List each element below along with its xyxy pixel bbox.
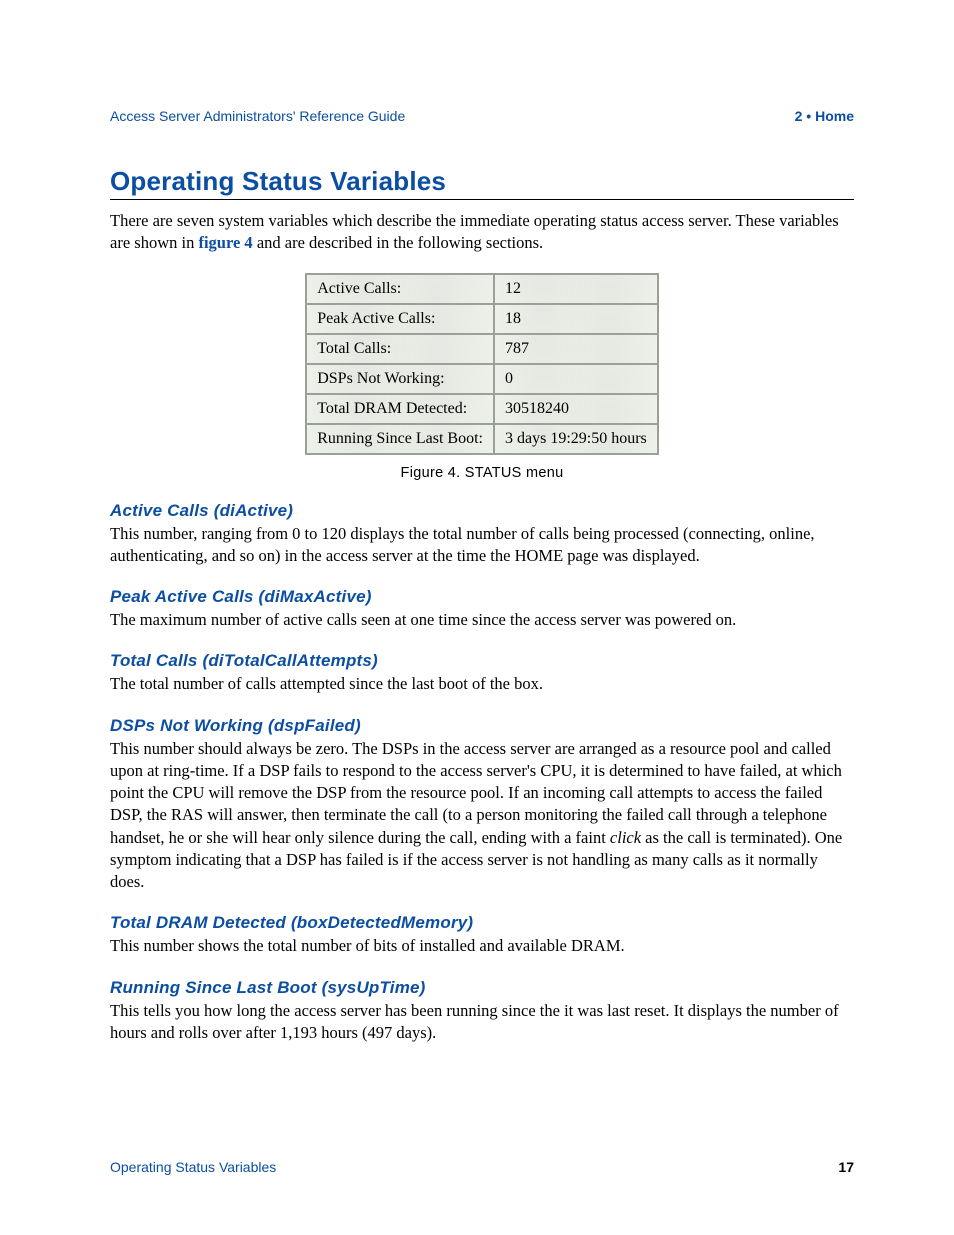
- cell-value: 787: [494, 334, 658, 364]
- table-row: Peak Active Calls: 18: [306, 304, 658, 334]
- cell-label: Total DRAM Detected:: [306, 394, 494, 424]
- title-rule: [110, 199, 854, 200]
- cell-label: DSPs Not Working:: [306, 364, 494, 394]
- table-row: Total DRAM Detected: 30518240: [306, 394, 658, 424]
- figure-caption: Figure 4. STATUS menu: [110, 465, 854, 481]
- cell-value: 0: [494, 364, 658, 394]
- section-title: Operating Status Variables: [110, 166, 854, 197]
- footer-page-number: 17: [838, 1159, 854, 1175]
- cell-label: Peak Active Calls:: [306, 304, 494, 334]
- table-row: Running Since Last Boot: 3 days 19:29:50…: [306, 424, 658, 454]
- table-row: Active Calls: 12: [306, 274, 658, 304]
- body-running-since: This tells you how long the access serve…: [110, 1000, 854, 1045]
- header-left: Access Server Administrators' Reference …: [110, 108, 405, 124]
- body-total-dram: This number shows the total number of bi…: [110, 935, 854, 957]
- page-footer: Operating Status Variables 17: [110, 1159, 854, 1175]
- subhead-dsps-not-working: DSPs Not Working (dspFailed): [110, 716, 854, 736]
- figure-reference-link[interactable]: figure 4: [198, 233, 252, 252]
- subhead-total-dram: Total DRAM Detected (boxDetectedMemory): [110, 913, 854, 933]
- subhead-peak-active-calls: Peak Active Calls (diMaxActive): [110, 587, 854, 607]
- figure-4: Active Calls: 12 Peak Active Calls: 18 T…: [110, 273, 854, 481]
- subhead-active-calls: Active Calls (diActive): [110, 501, 854, 521]
- subhead-running-since: Running Since Last Boot (sysUpTime): [110, 978, 854, 998]
- body-total-calls: The total number of calls attempted sinc…: [110, 673, 854, 695]
- cell-label: Active Calls:: [306, 274, 494, 304]
- body-peak-active-calls: The maximum number of active calls seen …: [110, 609, 854, 631]
- body-active-calls: This number, ranging from 0 to 120 displ…: [110, 523, 854, 568]
- document-page: Access Server Administrators' Reference …: [0, 0, 954, 1235]
- cell-value: 12: [494, 274, 658, 304]
- cell-label: Running Since Last Boot:: [306, 424, 494, 454]
- header-right: 2 • Home: [795, 108, 854, 124]
- table-row: Total Calls: 787: [306, 334, 658, 364]
- table-row: DSPs Not Working: 0: [306, 364, 658, 394]
- subhead-total-calls: Total Calls (diTotalCallAttempts): [110, 651, 854, 671]
- cell-value: 18: [494, 304, 658, 334]
- dsps-body-em: click: [610, 828, 641, 847]
- status-table: Active Calls: 12 Peak Active Calls: 18 T…: [305, 273, 659, 455]
- cell-value: 3 days 19:29:50 hours: [494, 424, 658, 454]
- body-dsps-not-working: This number should always be zero. The D…: [110, 738, 854, 894]
- running-header: Access Server Administrators' Reference …: [110, 108, 854, 124]
- intro-text-after: and are described in the following secti…: [253, 233, 544, 252]
- footer-left: Operating Status Variables: [110, 1159, 276, 1175]
- cell-label: Total Calls:: [306, 334, 494, 364]
- intro-paragraph: There are seven system variables which d…: [110, 210, 854, 255]
- cell-value: 30518240: [494, 394, 658, 424]
